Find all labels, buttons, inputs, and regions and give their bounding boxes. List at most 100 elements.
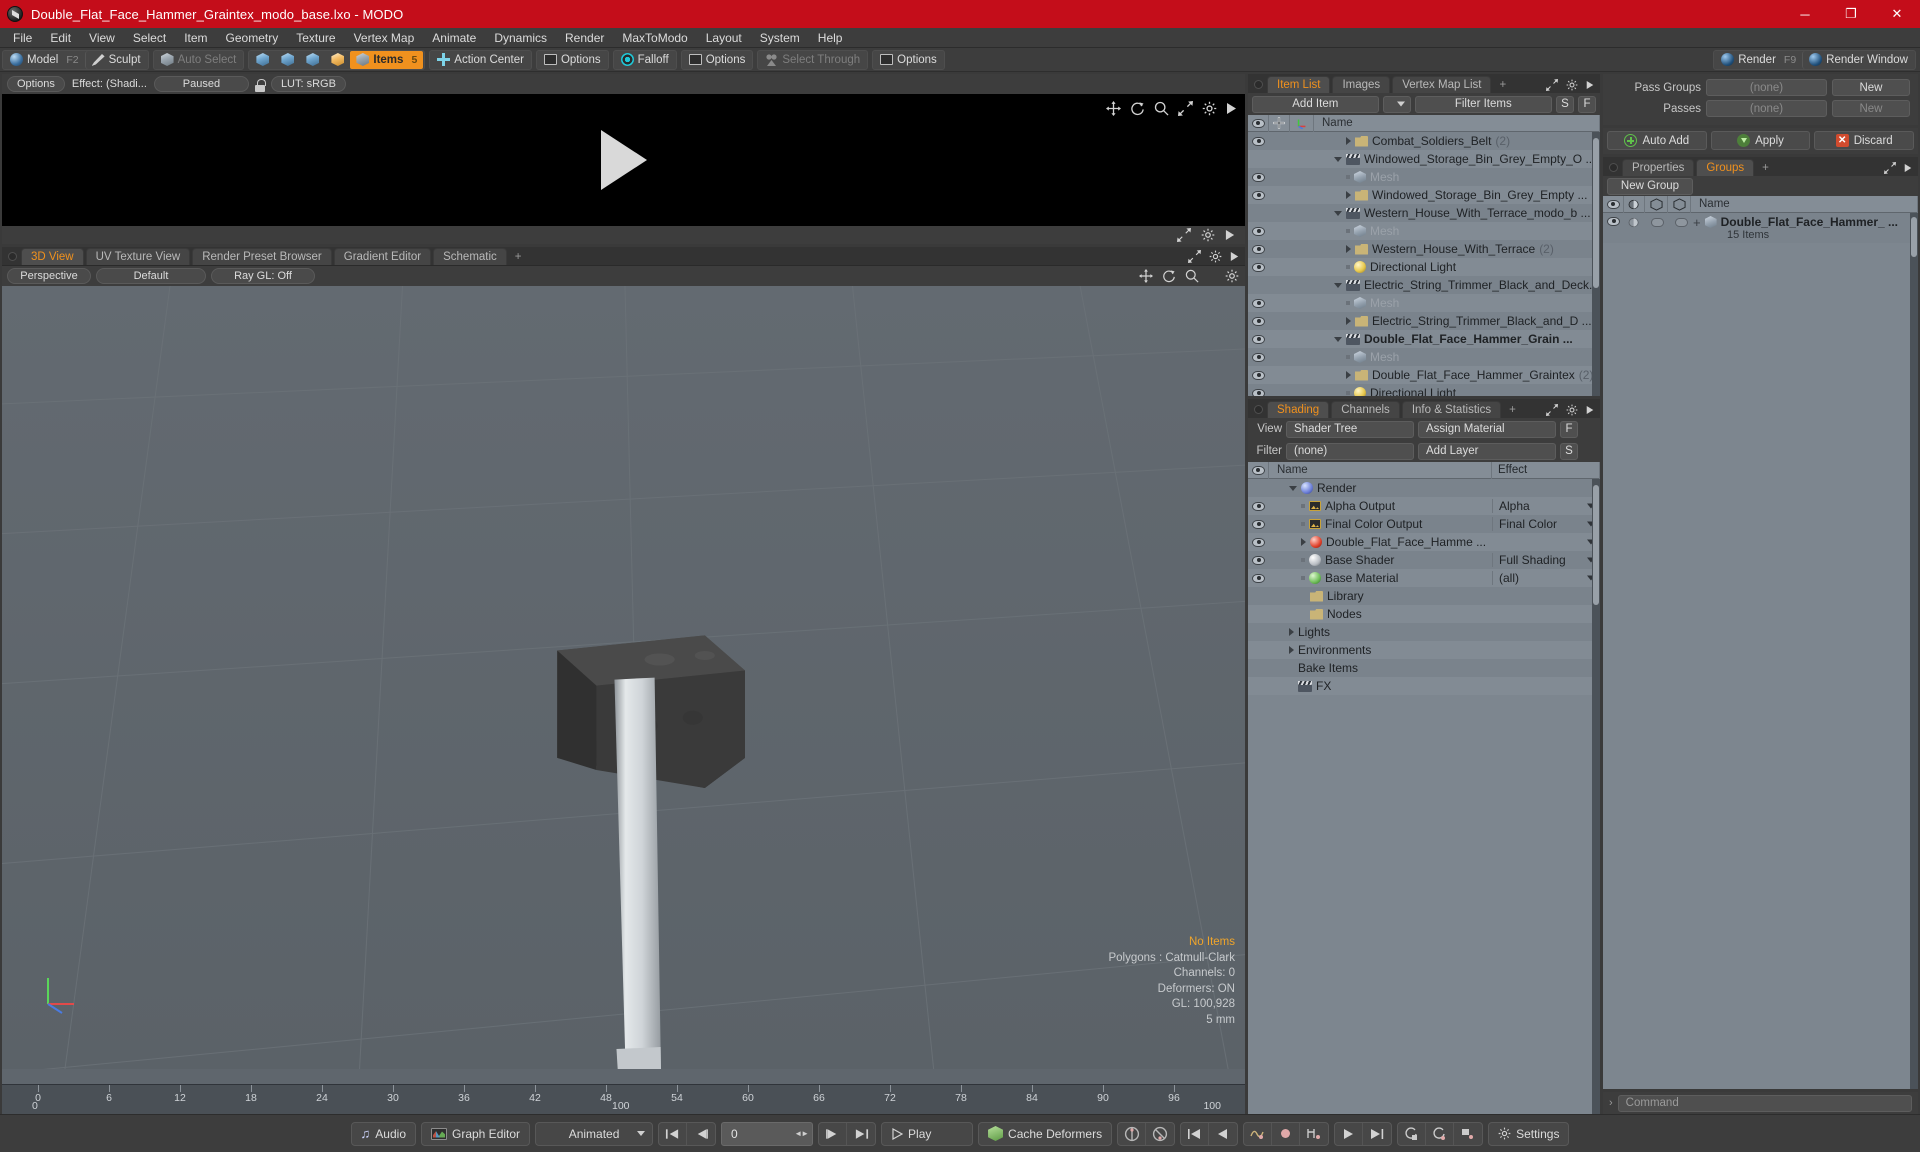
expand-arrow-icon[interactable] xyxy=(1346,137,1351,145)
table-row[interactable]: Electric_String_Trimmer_Black_and_D ... xyxy=(1248,312,1600,330)
gear-icon-2[interactable] xyxy=(1201,228,1215,242)
rotate-icon[interactable] xyxy=(1130,101,1145,116)
item-list-s-button[interactable]: S xyxy=(1556,95,1574,113)
table-row[interactable]: Western_House_With_Terrace (2) xyxy=(1248,240,1600,258)
row-visibility-toggle[interactable] xyxy=(1248,573,1269,583)
groups-column-visibility-icon[interactable] xyxy=(1603,195,1624,213)
table-row[interactable]: Directional Light xyxy=(1248,258,1600,276)
item-list-tab-add-button[interactable]: + xyxy=(1493,76,1512,93)
key-dot-button[interactable] xyxy=(1272,1122,1301,1145)
row-effect-cell[interactable]: Final Color xyxy=(1492,517,1600,531)
previous-key-button[interactable] xyxy=(1209,1123,1237,1145)
passes-dropdown[interactable]: (none) xyxy=(1706,100,1827,117)
pan-icon[interactable] xyxy=(1106,101,1121,116)
current-frame-field[interactable]: 0 xyxy=(721,1121,814,1146)
table-row[interactable]: Base Material (all) xyxy=(1248,569,1600,587)
preview-effect-button[interactable]: Effect: (Shadi... xyxy=(69,76,150,92)
group-row-render-toggle[interactable] xyxy=(1645,215,1669,227)
play-button[interactable]: Play xyxy=(881,1121,974,1146)
table-row[interactable]: Environments xyxy=(1248,641,1600,659)
command-input[interactable]: Command xyxy=(1617,1094,1912,1112)
table-row[interactable]: Windowed_Storage_Bin_Grey_Empty_O ... xyxy=(1248,150,1600,168)
group-row-shadow-toggle[interactable] xyxy=(1624,215,1645,228)
column-visibility-icon[interactable] xyxy=(1248,114,1269,132)
key-channels-button[interactable] xyxy=(1398,1122,1427,1145)
table-row[interactable]: Combat_Soldiers_Belt (2) xyxy=(1248,132,1600,150)
tab-gradient-editor[interactable]: Gradient Editor xyxy=(333,248,432,265)
row-effect-cell[interactable]: Alpha xyxy=(1492,499,1600,513)
menu-select[interactable]: Select xyxy=(124,28,175,48)
groups-column-visible-icon[interactable] xyxy=(1668,195,1691,213)
vertices-mode-button[interactable] xyxy=(250,51,275,69)
table-row[interactable]: Windowed_Storage_Bin_Grey_Empty ... xyxy=(1248,186,1600,204)
menu-geometry[interactable]: Geometry xyxy=(217,28,288,48)
tab-3d-view[interactable]: 3D View xyxy=(21,248,84,265)
materials-mode-button[interactable] xyxy=(325,51,350,69)
menu-texture[interactable]: Texture xyxy=(287,28,344,48)
zoom-icon[interactable] xyxy=(1154,101,1169,116)
row-visibility-toggle[interactable] xyxy=(1248,244,1269,254)
shading-scroll-thumb[interactable] xyxy=(1593,485,1599,605)
menu-layout[interactable]: Layout xyxy=(697,28,751,48)
collapse-arrow-icon[interactable] xyxy=(1334,210,1342,216)
menu-dynamics[interactable]: Dynamics xyxy=(485,28,556,48)
table-row[interactable]: Mesh xyxy=(1248,168,1600,186)
row-effect-cell[interactable]: Full Shading xyxy=(1492,553,1600,567)
table-row[interactable]: FX xyxy=(1248,677,1600,695)
row-visibility-toggle[interactable] xyxy=(1248,226,1269,236)
row-visibility-toggle[interactable] xyxy=(1248,388,1269,396)
menu-animate[interactable]: Animate xyxy=(423,28,485,48)
tab-channels[interactable]: Channels xyxy=(1331,401,1400,418)
table-row[interactable]: Mesh xyxy=(1248,348,1600,366)
collapse-arrow-icon[interactable] xyxy=(1334,156,1342,162)
shader-tree-dropdown[interactable]: Shader Tree xyxy=(1286,420,1414,438)
group-row-visible-toggle[interactable] xyxy=(1669,215,1693,227)
item-list-f-button[interactable]: F xyxy=(1578,95,1596,113)
row-visibility-toggle[interactable] xyxy=(1248,352,1269,362)
tab-add-button[interactable]: + xyxy=(509,248,528,265)
filter-items-input[interactable]: Filter Items xyxy=(1414,95,1552,113)
row-visibility-toggle[interactable] xyxy=(1248,209,1269,218)
add-item-dropdown[interactable] xyxy=(1382,95,1411,113)
play-overlay-icon[interactable] xyxy=(600,130,647,190)
row-visibility-toggle[interactable] xyxy=(1248,334,1269,344)
add-layer-dropdown[interactable]: Add Layer xyxy=(1418,442,1556,460)
gear-icon[interactable] xyxy=(1202,101,1217,116)
auto-add-button[interactable]: Auto Add xyxy=(1607,131,1707,150)
viewport-3d-canvas[interactable]: No Items Polygons : Catmull-Clark Channe… xyxy=(2,286,1245,1084)
animated-dropdown[interactable]: Animated xyxy=(535,1121,654,1146)
new-group-button[interactable]: New Group xyxy=(1607,177,1693,195)
viewport-pan-icon[interactable] xyxy=(1139,269,1153,283)
row-visibility-toggle[interactable] xyxy=(1248,298,1269,308)
menu-maxtomodo[interactable]: MaxToModo xyxy=(613,28,696,48)
expand-arrow-icon[interactable] xyxy=(1346,245,1351,253)
pass-groups-new-button[interactable]: New xyxy=(1832,79,1910,96)
edges-mode-button[interactable] xyxy=(275,51,300,69)
table-row[interactable]: Lights xyxy=(1248,623,1600,641)
falloff-button[interactable]: Falloff xyxy=(615,51,675,69)
expand-arrow-icon[interactable] xyxy=(1346,371,1351,379)
render-window-button[interactable]: Render Window xyxy=(1802,50,1914,69)
menu-view[interactable]: View xyxy=(80,28,124,48)
maximize-button[interactable]: ❐ xyxy=(1828,0,1874,28)
table-row[interactable]: Final Color Output Final Color xyxy=(1248,515,1600,533)
play-arrow-icon-2[interactable] xyxy=(1225,229,1235,241)
raygl-button[interactable]: Ray GL: Off xyxy=(211,268,315,284)
play-arrow-icon[interactable] xyxy=(1226,102,1237,115)
row-visibility-toggle[interactable] xyxy=(1248,262,1269,272)
last-key-button[interactable] xyxy=(1363,1123,1391,1145)
row-visibility-toggle[interactable] xyxy=(1248,172,1269,182)
command-chevron-icon[interactable]: › xyxy=(1609,1097,1613,1109)
column-axis-icon[interactable] xyxy=(1290,114,1314,132)
select-through-button[interactable]: Select Through xyxy=(759,51,866,69)
apply-button[interactable]: Apply xyxy=(1710,131,1811,150)
viewport-ruler[interactable]: 0 6 12 18 24 30 36 42 48 54 60 66 72 78 … xyxy=(2,1084,1245,1114)
pass-groups-dropdown[interactable]: (none) xyxy=(1706,79,1827,96)
item-list-arrow-icon[interactable] xyxy=(1586,80,1594,90)
first-key-button[interactable] xyxy=(1181,1122,1210,1145)
table-row[interactable]: Mesh xyxy=(1248,222,1600,240)
groups-tab-add-button[interactable]: + xyxy=(1756,159,1775,176)
expand-arrow-icon[interactable] xyxy=(1289,628,1294,636)
table-row[interactable]: Alpha Output Alpha xyxy=(1248,497,1600,515)
item-list-menu-dot-icon[interactable] xyxy=(1254,80,1263,89)
